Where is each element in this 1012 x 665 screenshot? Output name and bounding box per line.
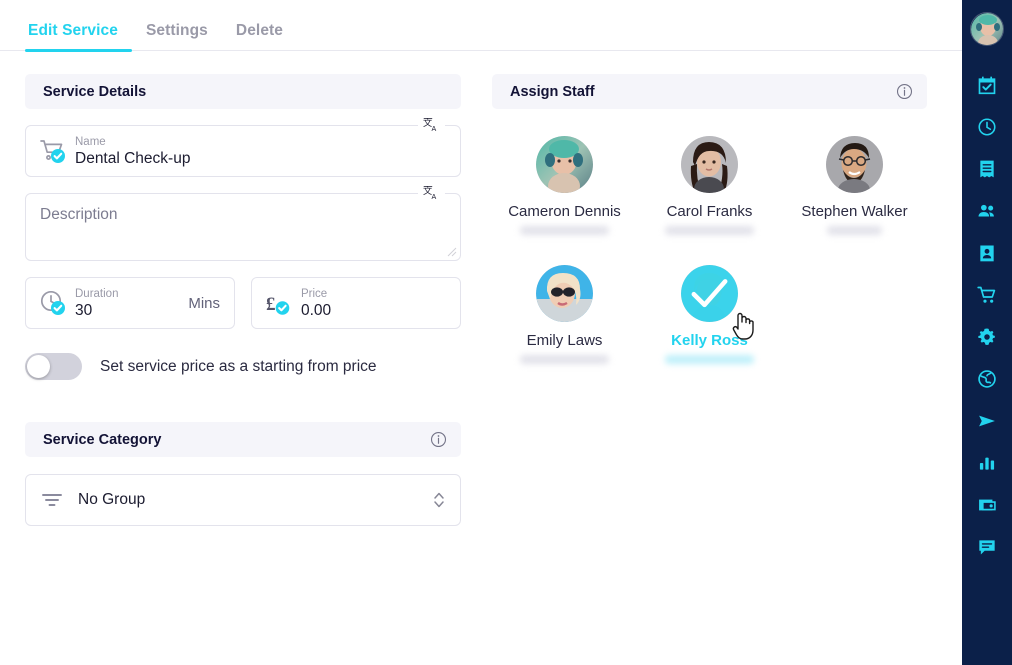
- sidebar-item-website[interactable]: [962, 358, 1012, 400]
- staff-card-emily-laws[interactable]: Emily Laws: [492, 261, 637, 364]
- duration-field-label: Duration: [75, 288, 119, 300]
- duration-field[interactable]: Duration 30 Mins: [25, 277, 235, 329]
- description-textarea[interactable]: Description: [25, 193, 461, 261]
- translate-icon-description[interactable]: 文 A: [418, 180, 445, 207]
- send-icon: [979, 415, 995, 427]
- duration-field-value: 30: [75, 302, 93, 319]
- sidebar-item-reports[interactable]: [962, 442, 1012, 484]
- staff-name: Carol Franks: [666, 203, 753, 220]
- service-category-title: Service Category: [43, 431, 162, 448]
- staff-subtitle-redacted: [664, 355, 755, 364]
- right-sidebar: [962, 0, 1012, 665]
- description-placeholder: Description: [40, 206, 118, 223]
- sidebar-item-campaigns[interactable]: [962, 400, 1012, 442]
- translate-icon[interactable]: 文 A: [418, 112, 445, 139]
- globe-icon: [978, 370, 996, 388]
- service-details-title: Service Details: [43, 83, 147, 100]
- staff-name: Stephen Walker: [801, 203, 908, 220]
- pound-check-icon: £: [264, 288, 294, 318]
- name-field[interactable]: Name Dental Check-up: [25, 125, 461, 177]
- chevron-updown-icon[interactable]: [432, 489, 446, 511]
- duration-unit-label: Mins: [188, 294, 220, 312]
- clock-check-icon: [38, 288, 68, 318]
- sidebar-item-payments[interactable]: [962, 484, 1012, 526]
- svg-text:A: A: [432, 125, 437, 133]
- calendar-check-icon: [978, 76, 996, 95]
- sidebar-item-invoices[interactable]: [962, 148, 1012, 190]
- sidebar-item-shop[interactable]: [962, 274, 1012, 316]
- price-field[interactable]: £ Price 0.00: [251, 277, 461, 329]
- cart-check-icon: [38, 136, 68, 166]
- service-details-header: Service Details: [25, 74, 461, 109]
- tab-edit-service[interactable]: Edit Service: [25, 22, 132, 52]
- price-field-value: 0.00: [301, 302, 332, 319]
- user-avatar[interactable]: [970, 12, 1004, 46]
- wallet-icon: [979, 499, 996, 511]
- starting-price-toggle-label: Set service price as a starting from pri…: [100, 357, 377, 375]
- assign-staff-header: Assign Staff: [492, 74, 927, 109]
- name-field-value: Dental Check-up: [75, 150, 191, 167]
- resize-grip-icon[interactable]: [447, 247, 457, 257]
- info-icon[interactable]: [896, 83, 913, 100]
- sidebar-item-messages[interactable]: [962, 526, 1012, 568]
- tab-delete[interactable]: Delete: [222, 22, 297, 52]
- staff-card-kelly-ross[interactable]: Kelly Ross: [637, 261, 782, 364]
- avatar: [536, 265, 593, 322]
- service-category-header: Service Category: [25, 422, 461, 457]
- info-icon[interactable]: [430, 431, 447, 448]
- staff-name: Emily Laws: [526, 332, 603, 349]
- assign-staff-title: Assign Staff: [510, 83, 595, 100]
- name-field-wrapper: 文 A Name Dental Check-up: [25, 112, 461, 177]
- staff-subtitle-redacted: [664, 226, 755, 235]
- sidebar-item-settings[interactable]: [962, 316, 1012, 358]
- clock-icon: [978, 118, 996, 136]
- avatar: [681, 265, 738, 322]
- name-field-label: Name: [75, 136, 106, 148]
- sidebar-item-clients[interactable]: [962, 190, 1012, 232]
- staff-name: Kelly Ross: [671, 332, 748, 349]
- description-field-wrapper: 文 A Description: [25, 180, 461, 261]
- sidebar-item-calendar[interactable]: [962, 64, 1012, 106]
- selected-check-overlay: [681, 265, 738, 322]
- left-column: Service Details 文 A Name Dental Check-up…: [25, 74, 461, 526]
- contact-card-icon: [980, 245, 994, 262]
- toggle-knob: [27, 355, 50, 378]
- receipt-icon: [980, 160, 994, 178]
- staff-grid: Cameron Dennis Carol Franks Stephen Walk…: [492, 132, 927, 364]
- people-icon: [978, 204, 994, 217]
- price-field-label: Price: [301, 288, 328, 300]
- check-icon: [691, 279, 728, 308]
- staff-card-carol-franks[interactable]: Carol Franks: [637, 132, 782, 235]
- avatar: [536, 136, 593, 193]
- chat-icon: [979, 540, 995, 555]
- tab-settings[interactable]: Settings: [132, 22, 222, 52]
- sidebar-item-staff[interactable]: [962, 232, 1012, 274]
- right-column: Assign Staff Cameron Dennis Carol Franks…: [492, 74, 927, 364]
- shopping-cart-icon: [977, 286, 996, 303]
- svg-text:A: A: [432, 193, 437, 201]
- staff-subtitle-redacted: [826, 226, 883, 235]
- service-category-value: No Group: [78, 491, 146, 508]
- starting-price-toggle-row: Set service price as a starting from pri…: [25, 353, 461, 380]
- gear-icon: [978, 328, 995, 345]
- filter-icon: [42, 494, 62, 506]
- service-editor-page: Edit Service Settings Delete Service Det…: [0, 0, 1012, 665]
- staff-subtitle-redacted: [519, 226, 610, 235]
- duration-price-row: Duration 30 Mins £ Price 0.00: [25, 277, 461, 329]
- starting-price-toggle[interactable]: [25, 353, 82, 380]
- tab-bar: Edit Service Settings Delete: [0, 0, 962, 52]
- sidebar-item-clock[interactable]: [962, 106, 1012, 148]
- service-category-select[interactable]: No Group: [25, 474, 461, 526]
- staff-name: Cameron Dennis: [508, 203, 621, 220]
- bar-chart-icon: [979, 457, 995, 470]
- staff-card-cameron-dennis[interactable]: Cameron Dennis: [492, 132, 637, 235]
- svg-text:£: £: [266, 294, 276, 315]
- avatar: [681, 136, 738, 193]
- staff-card-stephen-walker[interactable]: Stephen Walker: [782, 132, 927, 235]
- avatar: [826, 136, 883, 193]
- staff-subtitle-redacted: [519, 355, 610, 364]
